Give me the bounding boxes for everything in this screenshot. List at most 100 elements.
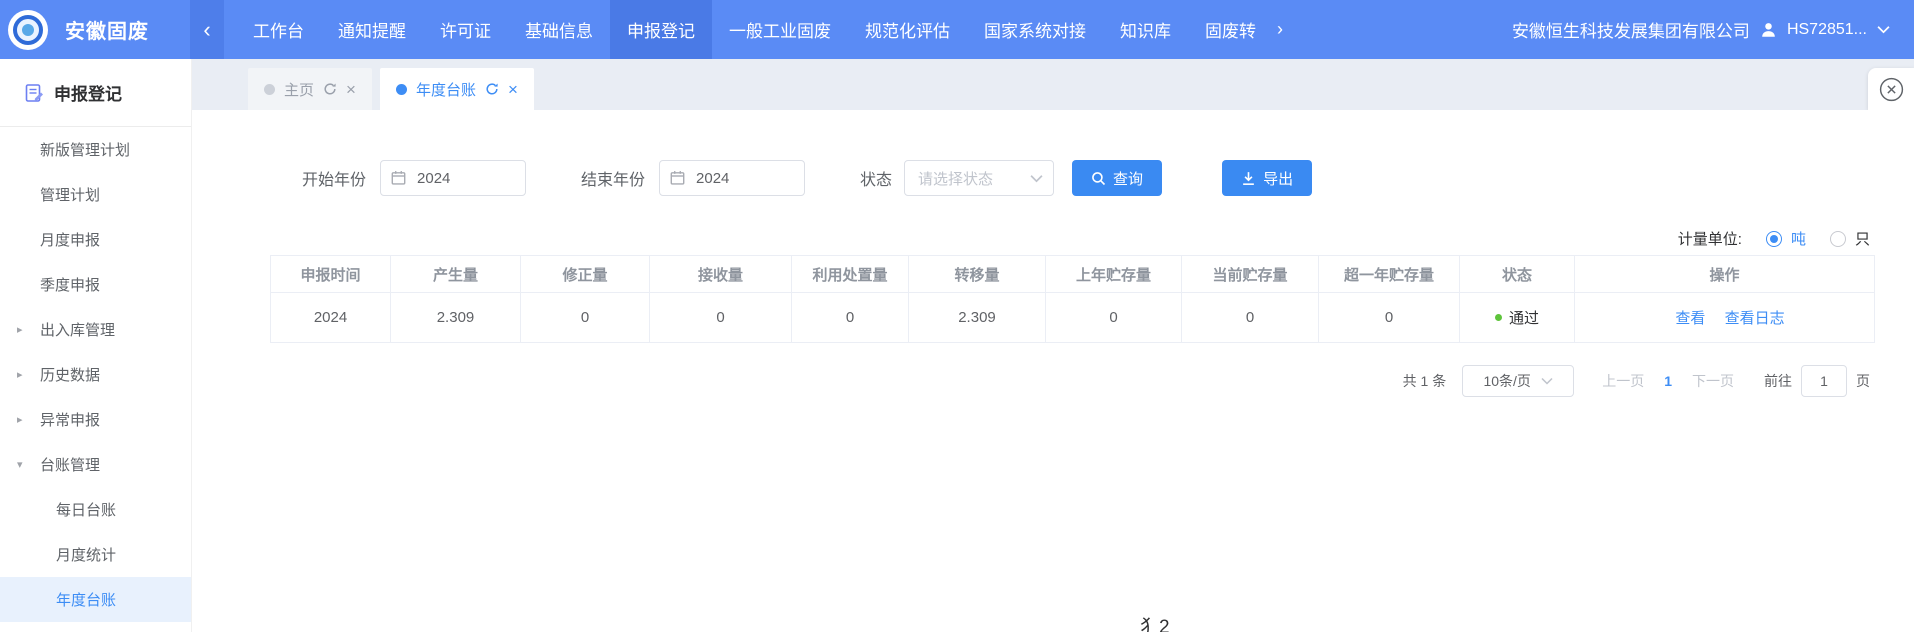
nav-scroll-right-icon[interactable]: › [1273,0,1287,59]
company-name: 安徽恒生科技发展集团有限公司 [1512,17,1750,42]
caret-right-icon: ▸ [17,368,23,381]
page-number-1[interactable]: 1 [1664,373,1672,389]
sidebar-item-quarterly-declaration[interactable]: 季度申报 [0,262,191,307]
col-header: 申报时间 [271,256,391,293]
start-year-label: 开始年份 [302,166,366,190]
nav-item-notifications[interactable]: 通知提醒 [321,0,423,59]
col-header: 产生量 [391,256,521,293]
sidebar-item-annual-ledger[interactable]: 年度台账 [0,577,191,622]
col-header: 接收量 [650,256,792,293]
annual-ledger-page: 开始年份 结束年份 [192,110,1914,632]
document-edit-icon [24,83,44,103]
radio-icon [1830,231,1846,247]
nav-item-national-system[interactable]: 国家系统对接 [967,0,1103,59]
chevron-left-icon: ‹ [203,17,210,43]
annual-ledger-table: 申报时间 产生量 修正量 接收量 利用处置量 转移量 上年贮存量 当前贮存量 超… [270,255,1875,343]
nav-item-workbench[interactable]: 工作台 [236,0,321,59]
table-row: 2024 2.309 0 0 0 2.309 0 0 0 通过 [271,293,1875,343]
clipped-bottom-fragment: 犭2 [1140,612,1170,632]
table-header-row: 申报时间 产生量 修正量 接收量 利用处置量 转移量 上年贮存量 当前贮存量 超… [271,256,1875,293]
caret-down-icon: ▾ [17,458,23,471]
sidebar-item-daily-ledger[interactable]: 每日台账 [0,487,191,532]
col-header: 转移量 [909,256,1046,293]
tab-dot-icon [396,84,407,95]
goto-unit: 页 [1856,371,1870,391]
unit-label: 计量单位: [1678,228,1742,249]
cell-prev-storage: 0 [1046,293,1182,343]
cell-corrected: 0 [521,293,650,343]
tab-bar: 主页 × 年度台账 × [192,59,1914,110]
tab-label: 主页 [284,79,314,100]
status-select[interactable]: 请选择状态 [904,160,1054,196]
sidebar-item-ledger-management[interactable]: ▾台账管理 [0,442,191,487]
nav-item-declaration[interactable]: 申报登记 [610,0,712,59]
unit-radio-piece[interactable]: 只 [1830,228,1870,249]
nav-item-waste-transfer[interactable]: 固废转 [1188,0,1273,59]
export-button[interactable]: 导出 [1222,160,1312,196]
tab-home[interactable]: 主页 × [248,68,372,110]
circle-x-icon [1878,76,1905,103]
app-logo-icon [8,10,48,50]
caret-right-icon: ▸ [17,323,23,336]
sidebar-collapse-button[interactable]: ‹ [190,0,224,59]
nav-item-general-industrial-waste[interactable]: 一般工业固废 [712,0,848,59]
col-header: 修正量 [521,256,650,293]
calendar-icon [670,170,685,185]
nav-item-permit[interactable]: 许可证 [423,0,508,59]
cell-transferred: 2.309 [909,293,1046,343]
nav-item-knowledge-base[interactable]: 知识库 [1103,0,1188,59]
nav-item-basic-info[interactable]: 基础信息 [508,0,610,59]
sidebar: 申报登记 新版管理计划 管理计划 月度申报 季度申报 ▸出入库管理 ▸历史数据 … [0,59,192,632]
close-all-tabs-button[interactable] [1868,68,1914,110]
view-link[interactable]: 查看 [1675,310,1705,327]
filter-row: 开始年份 结束年份 [302,160,1914,196]
goto-page: 前往 页 [1764,365,1870,397]
start-year-field [380,160,526,196]
goto-page-input[interactable] [1801,365,1847,397]
sidebar-item-new-management-plan[interactable]: 新版管理计划 [0,127,191,172]
tab-annual-ledger[interactable]: 年度台账 × [380,68,534,110]
close-icon[interactable]: × [346,81,356,98]
total-count: 共 1 条 [1403,371,1447,391]
cell-current-storage: 0 [1182,293,1319,343]
user-icon [1760,21,1777,38]
col-header: 操作 [1575,256,1875,293]
app-title: 安徽固废 [65,15,149,44]
view-log-link[interactable]: 查看日志 [1725,310,1785,327]
top-navbar: 安徽固废 ‹ 工作台 通知提醒 许可证 基础信息 申报登记 一般工业固废 规范化… [0,0,1914,59]
top-menu: 工作台 通知提醒 许可证 基础信息 申报登记 一般工业固废 规范化评估 国家系统… [236,0,1287,59]
sidebar-item-abnormal-declaration[interactable]: ▸异常申报 [0,397,191,442]
col-header: 超一年贮存量 [1319,256,1460,293]
sidebar-header: 申报登记 [0,59,191,127]
cell-generated: 2.309 [391,293,521,343]
end-year-label: 结束年份 [581,166,645,190]
green-dot-icon [1495,314,1502,321]
search-button[interactable]: 查询 [1072,160,1162,196]
nav-item-standardization-assessment[interactable]: 规范化评估 [848,0,967,59]
col-header: 上年贮存量 [1046,256,1182,293]
download-icon [1241,171,1256,186]
prev-page-button[interactable]: 上一页 [1602,371,1644,391]
sidebar-title: 申报登记 [54,80,122,105]
username[interactable]: HS72851... [1787,21,1867,39]
end-year-field [659,160,805,196]
page-size-select[interactable]: 10条/页 [1462,365,1574,397]
refresh-icon[interactable] [323,82,337,96]
sidebar-item-management-plan[interactable]: 管理计划 [0,172,191,217]
sidebar-item-historical-data[interactable]: ▸历史数据 [0,352,191,397]
close-icon[interactable]: × [508,81,518,98]
col-header: 利用处置量 [792,256,909,293]
brand: 安徽固废 [0,0,190,59]
chevron-down-icon[interactable] [1877,25,1890,34]
sidebar-item-monthly-statistics[interactable]: 月度统计 [0,532,191,577]
radio-icon [1766,231,1782,247]
chevron-down-icon [1541,377,1553,385]
goto-label: 前往 [1764,371,1792,391]
status-placeholder: 请选择状态 [918,168,1030,189]
refresh-icon[interactable] [485,82,499,96]
next-page-button[interactable]: 下一页 [1692,371,1734,391]
sidebar-item-monthly-declaration[interactable]: 月度申报 [0,217,191,262]
col-header: 当前贮存量 [1182,256,1319,293]
unit-radio-ton[interactable]: 吨 [1766,228,1806,249]
sidebar-item-inventory-management[interactable]: ▸出入库管理 [0,307,191,352]
